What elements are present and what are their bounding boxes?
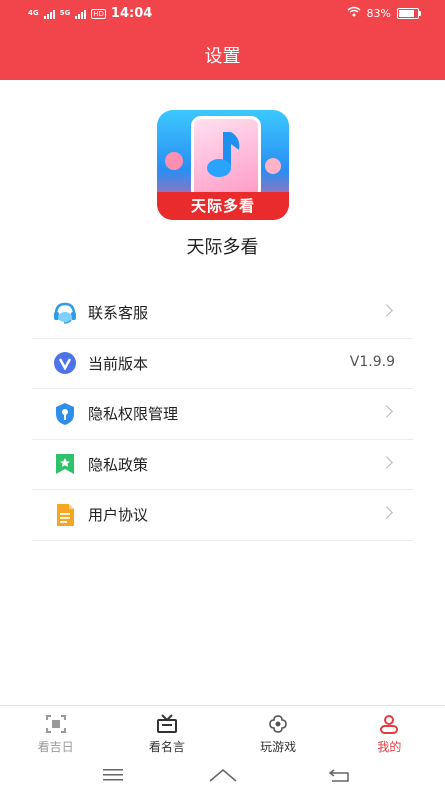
settings-item-user-agreement[interactable]: 用户协议: [32, 490, 413, 541]
signal-icon-2: [75, 9, 87, 19]
settings-item-label: 隐私政策: [88, 455, 149, 474]
logo-decoration: [165, 152, 183, 170]
tab-label: 我的: [377, 740, 402, 754]
bottom-nav: 看吉日 看名言 玩游戏 我的: [0, 705, 445, 762]
version-value: V1.9.9: [349, 353, 395, 370]
network-type-1: 4G: [28, 9, 39, 17]
battery-icon: [397, 7, 421, 19]
document-icon: [52, 502, 78, 528]
tab-label: 玩游戏: [260, 740, 297, 754]
scan-frame-icon: [45, 714, 67, 738]
tab-mine[interactable]: 我的: [334, 706, 445, 762]
chevron-right-icon: [380, 506, 393, 519]
tab-quotes[interactable]: 看名言: [111, 706, 222, 762]
flower-icon: [267, 714, 289, 738]
signal-icon: [43, 9, 55, 19]
settings-item-privacy-permissions[interactable]: 隐私权限管理: [32, 389, 413, 440]
hd-badge: HD: [91, 8, 106, 19]
page-title: 设置: [204, 46, 241, 67]
tv-box-icon: [156, 714, 178, 738]
status-time: 14:04: [110, 6, 153, 21]
app-logo: 天际多看: [157, 110, 289, 220]
menu-icon[interactable]: [102, 767, 124, 787]
home-icon[interactable]: [208, 767, 238, 787]
settings-item-label: 用户协议: [88, 506, 149, 525]
chevron-right-icon: [380, 304, 393, 317]
tab-lucky-day[interactable]: 看吉日: [0, 706, 111, 762]
logo-decoration-2: [265, 158, 281, 174]
settings-list: 联系客服 当前版本 V1.9.9 隐私权限管理 隐私政策 用户协议: [32, 288, 413, 541]
tab-label: 看名言: [148, 740, 185, 754]
settings-item-privacy-policy[interactable]: 隐私政策: [32, 440, 413, 490]
back-icon[interactable]: [328, 767, 350, 787]
version-icon: [52, 350, 78, 376]
system-nav-bar: [0, 761, 445, 795]
music-note-icon: [207, 132, 240, 177]
chevron-right-icon: [380, 405, 393, 418]
headset-icon: [52, 300, 78, 326]
settings-item-label: 隐私权限管理: [88, 405, 179, 424]
user-icon: [378, 714, 400, 738]
top-header: 4G 5G HD 14:04 83% 设置: [0, 0, 445, 80]
settings-item-contact-service[interactable]: 联系客服: [32, 288, 413, 339]
bookmark-star-icon: [52, 451, 78, 477]
logo-banner: 天际多看: [157, 192, 289, 220]
tab-games[interactable]: 玩游戏: [223, 706, 334, 762]
shield-key-icon: [52, 401, 78, 427]
settings-item-label: 联系客服: [88, 304, 149, 323]
network-type-2: 5G: [59, 9, 71, 17]
wifi-icon: [347, 6, 361, 20]
tab-label: 看吉日: [37, 740, 74, 754]
status-bar: 4G 5G HD 14:04 83%: [0, 0, 445, 28]
app-name: 天际多看: [186, 237, 259, 258]
chevron-right-icon: [380, 455, 393, 469]
battery-percent: 83%: [366, 6, 391, 20]
settings-item-label: 当前版本: [88, 354, 149, 373]
settings-item-current-version[interactable]: 当前版本 V1.9.9: [32, 339, 413, 389]
